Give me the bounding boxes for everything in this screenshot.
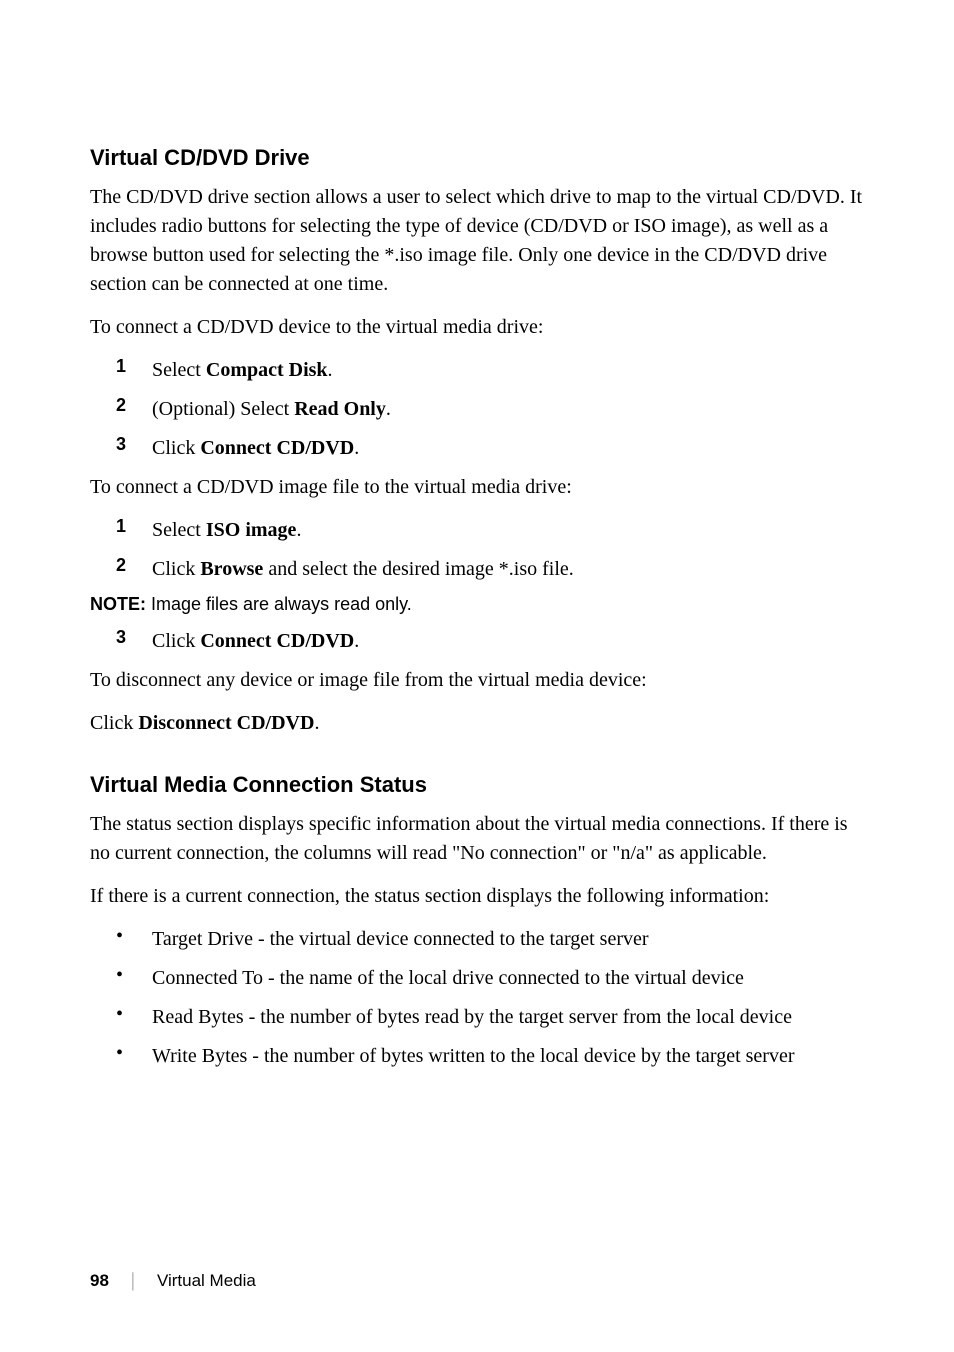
list-text: Target Drive - the virtual device connec…: [152, 925, 649, 954]
list-item: 3 Click Connect CD/DVD.: [90, 434, 864, 463]
paragraph: The status section displays specific inf…: [90, 810, 864, 868]
paragraph: To disconnect any device or image file f…: [90, 666, 864, 695]
list-text: Write Bytes - the number of bytes writte…: [152, 1042, 795, 1071]
list-number: 1: [116, 516, 152, 545]
list-item: 3 Click Connect CD/DVD.: [90, 627, 864, 656]
bullet: •: [116, 1042, 152, 1071]
footer-title: Virtual Media: [157, 1271, 256, 1291]
paragraph: To connect a CD/DVD image file to the vi…: [90, 473, 864, 502]
heading-virtual-cddvd: Virtual CD/DVD Drive: [90, 145, 864, 171]
bullet: •: [116, 925, 152, 954]
page-number: 98: [90, 1271, 109, 1291]
list-text: Select ISO image.: [152, 516, 301, 545]
list-item: • Write Bytes - the number of bytes writ…: [90, 1042, 864, 1071]
list-text: Connected To - the name of the local dri…: [152, 964, 744, 993]
list-text: Click Browse and select the desired imag…: [152, 555, 574, 584]
paragraph: If there is a current connection, the st…: [90, 882, 864, 911]
bullet: •: [116, 964, 152, 993]
paragraph: The CD/DVD drive section allows a user t…: [90, 183, 864, 299]
list-item: 2 (Optional) Select Read Only.: [90, 395, 864, 424]
list-item: 1 Select ISO image.: [90, 516, 864, 545]
note: NOTE: Image files are always read only.: [90, 594, 864, 615]
list-number: 3: [116, 434, 152, 463]
list-text: Read Bytes - the number of bytes read by…: [152, 1003, 792, 1032]
page-footer: 98 | Virtual Media: [90, 1269, 256, 1292]
footer-separator: |: [131, 1269, 135, 1292]
paragraph: To connect a CD/DVD device to the virtua…: [90, 313, 864, 342]
list-text: Click Connect CD/DVD.: [152, 434, 359, 463]
list-item: 2 Click Browse and select the desired im…: [90, 555, 864, 584]
list-number: 2: [116, 555, 152, 584]
bullet: •: [116, 1003, 152, 1032]
list-item: • Connected To - the name of the local d…: [90, 964, 864, 993]
paragraph: Click Disconnect CD/DVD.: [90, 709, 864, 738]
list-text: (Optional) Select Read Only.: [152, 395, 391, 424]
list-number: 3: [116, 627, 152, 656]
list-number: 1: [116, 356, 152, 385]
list-item: • Read Bytes - the number of bytes read …: [90, 1003, 864, 1032]
list-number: 2: [116, 395, 152, 424]
heading-connection-status: Virtual Media Connection Status: [90, 772, 864, 798]
list-item: 1 Select Compact Disk.: [90, 356, 864, 385]
list-text: Select Compact Disk.: [152, 356, 333, 385]
list-item: • Target Drive - the virtual device conn…: [90, 925, 864, 954]
list-text: Click Connect CD/DVD.: [152, 627, 359, 656]
